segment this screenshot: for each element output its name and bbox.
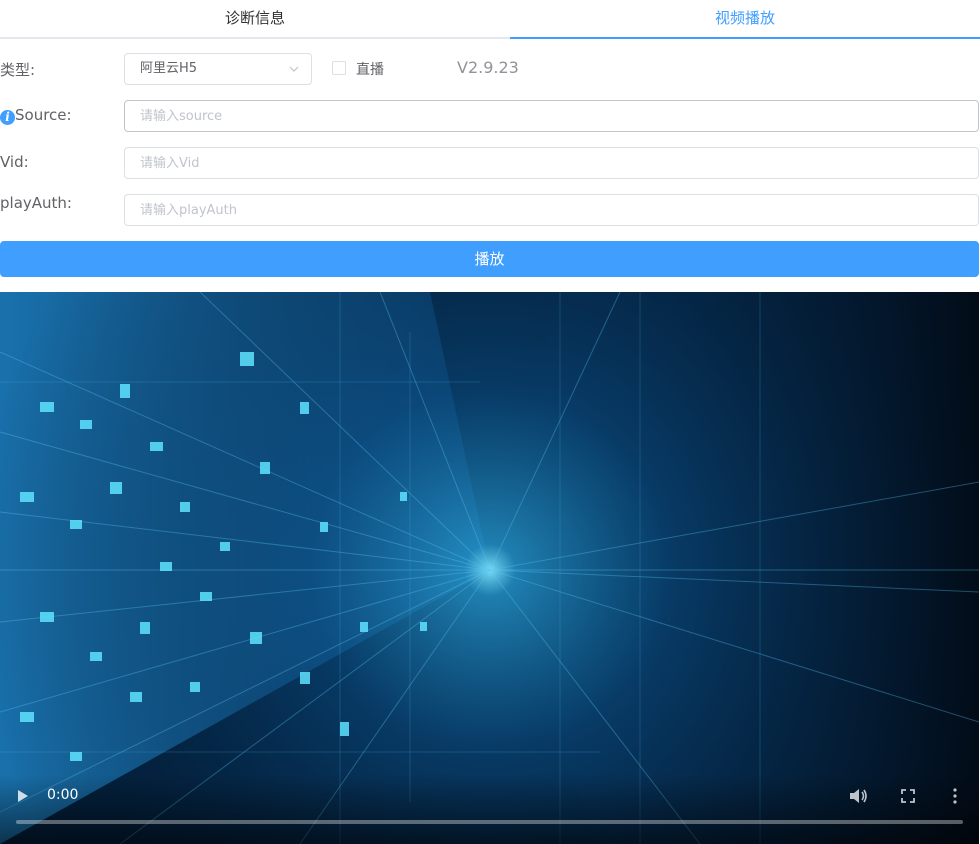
video-controls xyxy=(0,774,979,844)
video-player[interactable]: 0:00 xyxy=(0,292,979,844)
tab-bar: 诊断信息 视频播放 xyxy=(0,0,980,39)
play-button[interactable]: 播放 xyxy=(0,241,979,277)
more-options-icon[interactable] xyxy=(952,788,958,804)
tab-diagnostics[interactable]: 诊断信息 xyxy=(0,0,510,39)
active-tab-indicator xyxy=(510,37,980,39)
version-text: V2.9.23 xyxy=(457,58,519,77)
video-progress-bar[interactable] xyxy=(16,820,963,824)
type-select[interactable]: 阿里云H5 xyxy=(124,53,312,85)
type-label: 类型: xyxy=(0,61,36,79)
type-select-value: 阿里云H5 xyxy=(140,61,198,76)
source-label-text: Source: xyxy=(15,106,72,124)
play-icon[interactable] xyxy=(17,789,29,803)
source-input[interactable] xyxy=(124,100,979,132)
current-time: 0:00 xyxy=(47,787,79,803)
live-checkbox-label[interactable]: 直播 xyxy=(356,59,384,79)
live-checkbox[interactable] xyxy=(332,61,346,75)
tab-video-playback[interactable]: 视频播放 xyxy=(510,0,980,39)
vid-input[interactable] xyxy=(124,147,979,179)
source-label: i Source: xyxy=(0,106,72,125)
fullscreen-icon[interactable] xyxy=(901,789,915,803)
volume-icon[interactable] xyxy=(849,787,869,805)
playauth-input[interactable] xyxy=(124,194,979,226)
playauth-label: playAuth: xyxy=(0,194,72,212)
chevron-down-icon xyxy=(289,66,299,72)
vid-label: Vid: xyxy=(0,153,29,171)
info-icon[interactable]: i xyxy=(0,110,15,125)
video-frame xyxy=(0,292,979,844)
